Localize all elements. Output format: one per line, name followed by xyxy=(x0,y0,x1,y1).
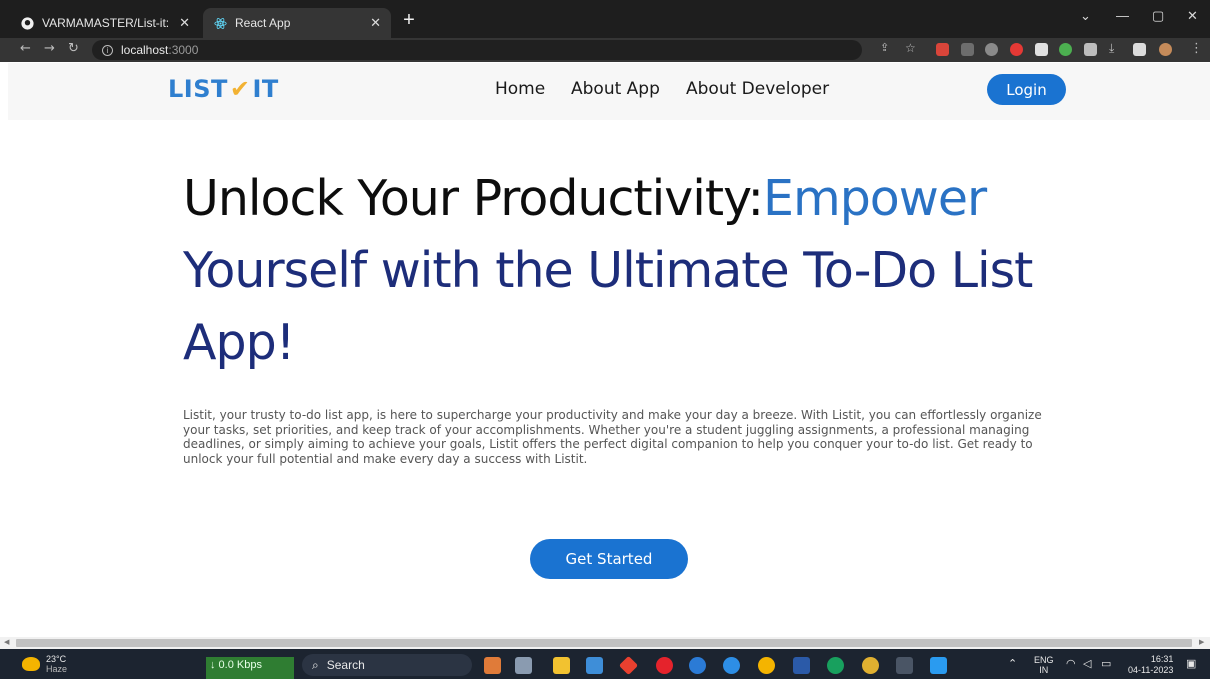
clock-date: 04-11-2023 xyxy=(1128,665,1174,675)
extension-icon[interactable] xyxy=(1059,43,1072,56)
taskbar-search[interactable]: ⌕ Search xyxy=(302,654,472,676)
chrome-icon[interactable] xyxy=(758,657,775,674)
scroll-left-icon[interactable]: ◀ xyxy=(4,638,9,646)
weather-temp: 23°C xyxy=(46,654,67,664)
logo-text-right: IT xyxy=(252,75,279,103)
login-button[interactable]: Login xyxy=(987,74,1066,105)
tab-github[interactable]: VARMAMASTER/List-it: List it is a ✕ xyxy=(10,8,200,38)
windows-taskbar: 23°C Haze ↓ 0.0 Kbps ⌕ Search ⌃ ENG IN ◠… xyxy=(0,649,1210,679)
react-icon xyxy=(213,16,227,30)
extension-icon[interactable] xyxy=(1035,43,1048,56)
address-bar-row: ← → ↻ i localhost:3000 ⇪ ☆ ⤓ ⋮ xyxy=(0,38,1210,62)
extension-icon[interactable] xyxy=(961,43,974,56)
side-panel-icon[interactable] xyxy=(1133,43,1146,56)
forward-icon[interactable]: → xyxy=(44,41,55,56)
search-placeholder: Search xyxy=(326,658,365,672)
close-icon[interactable]: ✕ xyxy=(370,15,381,31)
bing-icon[interactable] xyxy=(689,657,706,674)
back-icon[interactable]: ← xyxy=(20,41,31,56)
nav-about-app-link[interactable]: About App xyxy=(571,79,660,99)
hero-part-2: Empower xyxy=(763,170,987,227)
logo-text-left: LIST xyxy=(168,75,228,103)
volume-icon[interactable]: ◁ xyxy=(1083,657,1091,670)
network-speed-widget[interactable]: ↓ 0.0 Kbps xyxy=(206,657,294,679)
hero-heading: Unlock Your Productivity:Empower Yoursel… xyxy=(183,163,1063,379)
extension-icon[interactable] xyxy=(1010,43,1023,56)
search-icon: ⌕ xyxy=(312,657,319,672)
nav-about-developer-link[interactable]: About Developer xyxy=(686,79,829,99)
horizontal-scrollbar[interactable]: ◀ ▶ xyxy=(0,637,1210,649)
scroll-right-icon[interactable]: ▶ xyxy=(1199,638,1204,646)
download-icon[interactable]: ⤓ xyxy=(1109,41,1114,56)
avatar[interactable] xyxy=(1159,43,1172,56)
get-started-button[interactable]: Get Started xyxy=(530,539,688,579)
tray-chevron-icon[interactable]: ⌃ xyxy=(1008,657,1017,670)
weather-haze-icon xyxy=(22,657,40,671)
url-host: localhost xyxy=(121,43,169,57)
battery-icon[interactable]: ▭ xyxy=(1101,657,1111,670)
bookmark-star-icon[interactable]: ☆ xyxy=(905,41,916,55)
url-input[interactable]: i localhost:3000 xyxy=(92,40,862,60)
store-icon[interactable] xyxy=(586,657,603,674)
media-player-icon[interactable] xyxy=(723,657,740,674)
site-info-icon[interactable]: i xyxy=(102,44,113,56)
taskbar-clock[interactable]: 16:31 04-11-2023 xyxy=(1128,654,1173,676)
logo[interactable]: LIST✔IT xyxy=(168,75,279,103)
extension-icon[interactable] xyxy=(936,43,949,56)
hero-part-1: Unlock Your Productivity: xyxy=(183,170,764,227)
app-navbar: LIST✔IT Home About App About Developer L… xyxy=(8,63,1210,120)
restore-icon[interactable]: ▢ xyxy=(1152,8,1164,24)
chrome-profile-icon[interactable] xyxy=(862,657,879,674)
nav-home-link[interactable]: Home xyxy=(495,79,545,99)
notification-icon[interactable]: ▣ xyxy=(1186,657,1196,670)
terminal-icon[interactable] xyxy=(896,657,913,674)
window-close-icon[interactable]: ✕ xyxy=(1187,8,1198,24)
share-icon[interactable]: ⇪ xyxy=(880,41,889,54)
copilot-icon[interactable] xyxy=(484,657,501,674)
tab-search-icon[interactable]: ⌄ xyxy=(1080,8,1091,24)
more-menu-icon[interactable]: ⋮ xyxy=(1190,41,1203,56)
vscode-icon[interactable] xyxy=(930,657,947,674)
scrollbar-thumb[interactable] xyxy=(16,639,1192,647)
browser-tab-bar: VARMAMASTER/List-it: List it is a ✕ Reac… xyxy=(0,0,1210,38)
new-tab-button[interactable]: + xyxy=(398,9,420,31)
grammarly-icon[interactable] xyxy=(827,657,844,674)
task-view-icon[interactable] xyxy=(515,657,532,674)
reload-icon[interactable]: ↻ xyxy=(68,41,79,56)
puzzle-icon[interactable] xyxy=(1084,43,1097,56)
wifi-icon[interactable]: ◠ xyxy=(1066,657,1076,670)
git-icon[interactable] xyxy=(618,655,639,676)
lang-bottom: IN xyxy=(1039,665,1049,675)
word-icon[interactable] xyxy=(793,657,810,674)
weather-widget[interactable]: 23°C Haze xyxy=(22,654,67,674)
github-icon xyxy=(20,16,34,30)
clock-time: 16:31 xyxy=(1150,654,1174,664)
hero-description: Listit, your trusty to-do list app, is h… xyxy=(183,408,1042,466)
lang-top: ENG xyxy=(1034,655,1054,665)
hero-part-3: Yourself with the Ultimate To-Do List Ap… xyxy=(183,242,1033,371)
tab-title: VARMAMASTER/List-it: List it is a xyxy=(42,16,173,30)
file-explorer-icon[interactable] xyxy=(553,657,570,674)
tab-title: React App xyxy=(235,16,291,30)
extension-icon[interactable] xyxy=(985,43,998,56)
minimize-icon[interactable]: — xyxy=(1116,8,1129,23)
url-port: :3000 xyxy=(168,43,199,57)
language-indicator[interactable]: ENG IN xyxy=(1034,655,1054,675)
tab-react-app[interactable]: React App ✕ xyxy=(203,8,391,38)
weather-desc: Haze xyxy=(46,664,68,674)
opera-icon[interactable] xyxy=(656,657,673,674)
check-icon: ✔ xyxy=(229,75,251,103)
close-icon[interactable]: ✕ xyxy=(179,15,190,31)
